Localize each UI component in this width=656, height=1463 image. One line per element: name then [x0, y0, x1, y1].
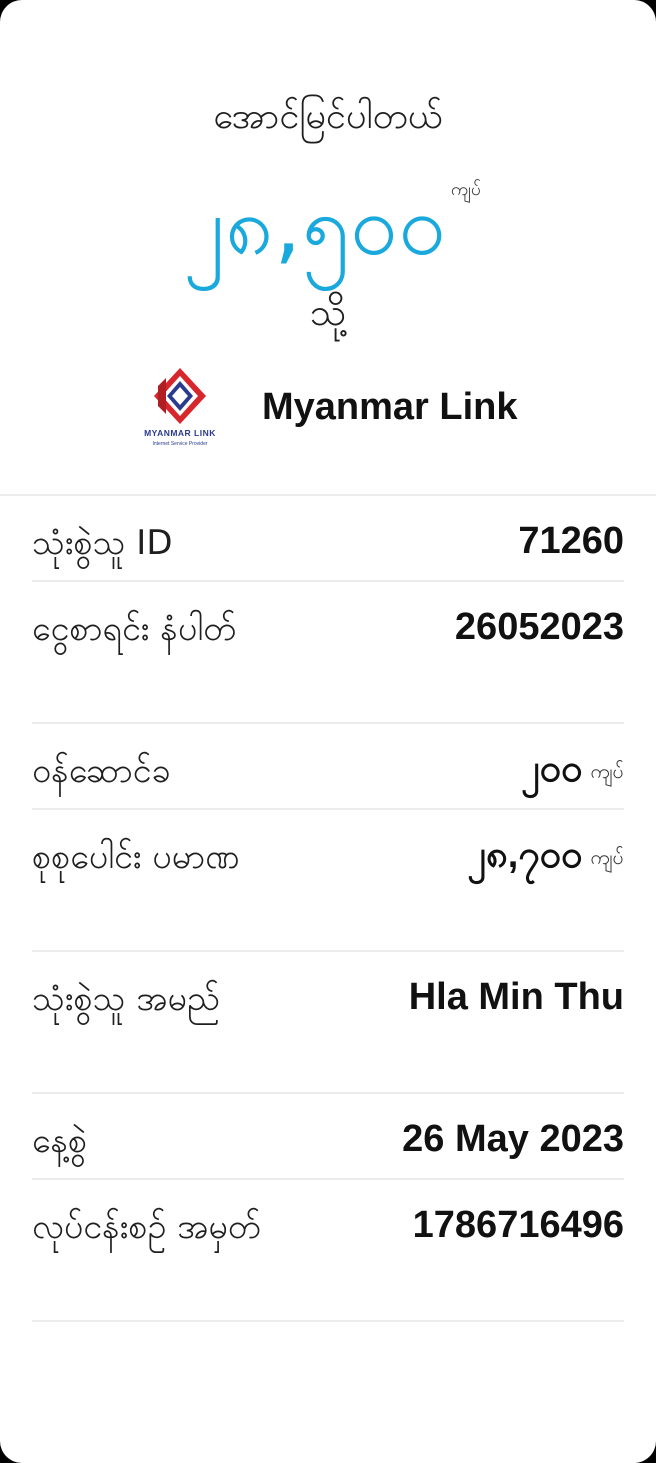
detail-label: လုပ်ငန်းစဉ် အမှတ်	[32, 1207, 261, 1247]
detail-value-unit: ကျပ်	[590, 758, 624, 783]
merchant-block: MYANMAR LINK Internet Service Provider M…	[130, 366, 560, 456]
detail-value-unit: ကျပ်	[590, 844, 624, 869]
detail-value: 26052023	[455, 604, 624, 650]
detail-label: နေ့စွဲ	[32, 1121, 88, 1161]
recipient-prefix: သို့	[309, 290, 347, 334]
detail-row-account-number: ငွေစာရင်း နံပါတ် 26052023	[32, 582, 624, 724]
detail-value-text: Hla Min Thu	[408, 976, 624, 1018]
amount-currency: ကျပ်	[450, 179, 482, 200]
detail-value-text: ၂၈,၇၀၀	[467, 834, 583, 876]
details-list: သုံးစွဲသူ ID 71260 ငွေစာရင်း နံပါတ် 2605…	[32, 496, 624, 1322]
detail-value-text: ၂၀၀	[521, 748, 583, 790]
amount-value: ၂၈,၅၀၀	[183, 176, 447, 274]
detail-value: ၂၀၀ ကျပ်	[521, 746, 624, 794]
detail-row-service-fee: ဝန်ဆောင်ခ ၂၀၀ ကျပ်	[32, 724, 624, 810]
detail-row-user-name: သုံးစွဲသူ အမည် Hla Min Thu	[32, 952, 624, 1094]
logo-tagline: Internet Service Provider	[152, 441, 207, 447]
detail-label: ငွေစာရင်း နံပါတ်	[32, 609, 237, 649]
detail-label: ဝန်ဆောင်ခ	[32, 751, 171, 791]
receipt-card: အောင်မြင်ပါတယ် ၂၈,၅၀၀ ကျပ် သို့ MYANMAR L…	[0, 0, 656, 1463]
detail-value-text: 26 May 2023	[402, 1118, 624, 1160]
detail-value: Hla Min Thu	[409, 974, 624, 1020]
myanmar-link-logo: MYANMAR LINK Internet Service Provider	[144, 368, 216, 447]
detail-row-total-amount: စုစုပေါင်း ပမာဏ ၂၈,၇၀၀ ကျပ်	[32, 810, 624, 952]
detail-label: သုံးစွဲသူ အမည်	[32, 979, 220, 1019]
detail-value: 1786716496	[413, 1202, 624, 1248]
detail-row-date: နေ့စွဲ 26 May 2023	[32, 1094, 624, 1180]
status-title: အောင်မြင်ပါတယ်	[213, 96, 443, 137]
detail-value: 71260	[518, 518, 624, 564]
detail-value-text: 1786716496	[412, 1204, 624, 1246]
logo-wordmark: MYANMAR LINK	[144, 428, 216, 438]
detail-label: စုစုပေါင်း ပမာဏ	[32, 837, 240, 877]
detail-row-transaction-id: လုပ်ငန်းစဉ် အမှတ် 1786716496	[32, 1180, 624, 1322]
detail-label: သုံးစွဲသူ ID	[32, 523, 173, 563]
detail-value: ၂၈,၇၀၀ ကျပ်	[467, 832, 624, 880]
detail-value: 26 May 2023	[402, 1116, 624, 1162]
amount-display: ၂၈,၅၀၀ ကျပ်	[0, 172, 656, 296]
detail-value-text: 26052023	[454, 606, 624, 648]
detail-value-text: 71260	[518, 520, 624, 562]
merchant-name: Myanmar Link	[262, 386, 518, 428]
detail-row-user-id: သုံးစွဲသူ ID 71260	[32, 496, 624, 582]
